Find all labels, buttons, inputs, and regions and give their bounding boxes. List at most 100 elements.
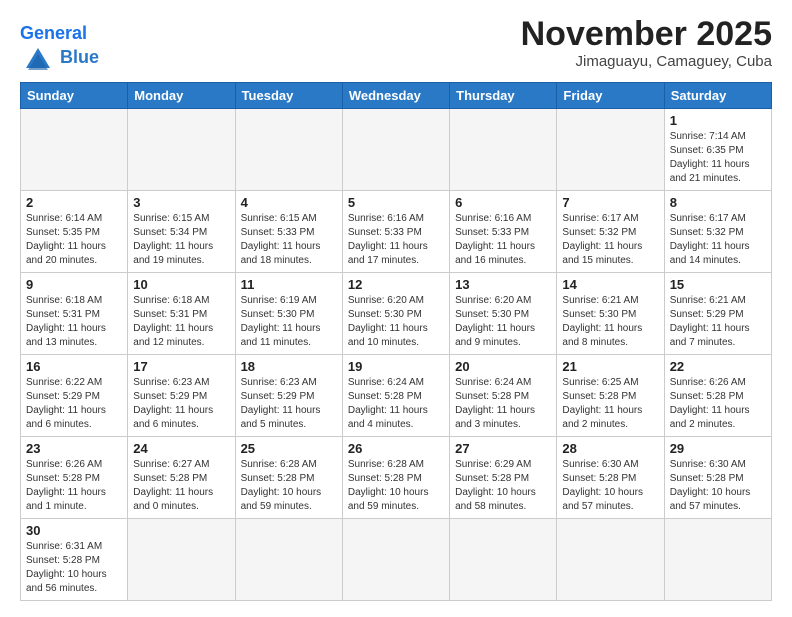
day-number: 11	[241, 277, 337, 292]
day-info: Sunrise: 6:31 AMSunset: 5:28 PMDaylight:…	[26, 540, 122, 596]
calendar-cell	[235, 518, 342, 600]
day-number: 1	[670, 113, 766, 128]
day-info: Sunrise: 6:26 AMSunset: 5:28 PMDaylight:…	[26, 458, 122, 514]
logo-general: General	[20, 23, 87, 43]
day-number: 29	[670, 441, 766, 456]
header: General Blue November 2025 Jimaguayu, Ca…	[20, 16, 772, 72]
day-info: Sunrise: 6:15 AMSunset: 5:34 PMDaylight:…	[133, 212, 229, 268]
day-number: 18	[241, 359, 337, 374]
day-info: Sunrise: 6:16 AMSunset: 5:33 PMDaylight:…	[455, 212, 551, 268]
day-info: Sunrise: 6:21 AMSunset: 5:29 PMDaylight:…	[670, 294, 766, 350]
day-number: 14	[562, 277, 658, 292]
day-info: Sunrise: 6:22 AMSunset: 5:29 PMDaylight:…	[26, 376, 122, 432]
calendar-cell: 18 Sunrise: 6:23 AMSunset: 5:29 PMDayligh…	[235, 354, 342, 436]
calendar-week-3: 9 Sunrise: 6:18 AMSunset: 5:31 PMDaylight…	[21, 272, 772, 354]
day-info: Sunrise: 6:14 AMSunset: 5:35 PMDaylight:…	[26, 212, 122, 268]
day-info: Sunrise: 6:28 AMSunset: 5:28 PMDaylight:…	[348, 458, 444, 514]
location: Jimaguayu, Camaguey, Cuba	[521, 53, 772, 70]
calendar-cell: 16 Sunrise: 6:22 AMSunset: 5:29 PMDayligh…	[21, 354, 128, 436]
calendar-cell: 20 Sunrise: 6:24 AMSunset: 5:28 PMDayligh…	[450, 354, 557, 436]
calendar-cell	[450, 518, 557, 600]
day-info: Sunrise: 6:29 AMSunset: 5:28 PMDaylight:…	[455, 458, 551, 514]
day-number: 26	[348, 441, 444, 456]
calendar-header-tuesday: Tuesday	[235, 82, 342, 108]
calendar-cell: 21Sunrise: 6:25 AMSunset: 5:28 PMDayligh…	[557, 354, 664, 436]
calendar-header-monday: Monday	[128, 82, 235, 108]
day-info: Sunrise: 6:30 AMSunset: 5:28 PMDaylight:…	[670, 458, 766, 514]
calendar-cell: 1Sunrise: 7:14 AMSunset: 6:35 PMDaylight…	[664, 108, 771, 190]
page: General Blue November 2025 Jimaguayu, Ca…	[0, 0, 792, 617]
calendar-cell: 9 Sunrise: 6:18 AMSunset: 5:31 PMDaylight…	[21, 272, 128, 354]
day-info: Sunrise: 6:20 AMSunset: 5:30 PMDaylight:…	[348, 294, 444, 350]
calendar-table: SundayMondayTuesdayWednesdayThursdayFrid…	[20, 82, 772, 601]
calendar-header-friday: Friday	[557, 82, 664, 108]
calendar-cell: 27 Sunrise: 6:29 AMSunset: 5:28 PMDayligh…	[450, 436, 557, 518]
calendar-cell: 11 Sunrise: 6:19 AMSunset: 5:30 PMDayligh…	[235, 272, 342, 354]
day-number: 6	[455, 195, 551, 210]
day-number: 15	[670, 277, 766, 292]
day-info: Sunrise: 6:18 AMSunset: 5:31 PMDaylight:…	[133, 294, 229, 350]
calendar-header-row: SundayMondayTuesdayWednesdayThursdayFrid…	[21, 82, 772, 108]
day-info: Sunrise: 6:18 AMSunset: 5:31 PMDaylight:…	[26, 294, 122, 350]
day-number: 8	[670, 195, 766, 210]
calendar-cell	[21, 108, 128, 190]
day-info: Sunrise: 6:27 AMSunset: 5:28 PMDaylight:…	[133, 458, 229, 514]
calendar-header-saturday: Saturday	[664, 82, 771, 108]
day-number: 9	[26, 277, 122, 292]
calendar-cell: 22Sunrise: 6:26 AMSunset: 5:28 PMDayligh…	[664, 354, 771, 436]
day-number: 30	[26, 523, 122, 538]
day-info: Sunrise: 6:21 AMSunset: 5:30 PMDaylight:…	[562, 294, 658, 350]
logo-text: General	[20, 24, 99, 44]
day-number: 13	[455, 277, 551, 292]
calendar-week-6: 30 Sunrise: 6:31 AMSunset: 5:28 PMDayligh…	[21, 518, 772, 600]
day-info: Sunrise: 6:25 AMSunset: 5:28 PMDaylight:…	[562, 376, 658, 432]
day-info: Sunrise: 6:23 AMSunset: 5:29 PMDaylight:…	[241, 376, 337, 432]
day-info: Sunrise: 6:24 AMSunset: 5:28 PMDaylight:…	[455, 376, 551, 432]
day-number: 27	[455, 441, 551, 456]
day-number: 2	[26, 195, 122, 210]
day-info: Sunrise: 6:26 AMSunset: 5:28 PMDaylight:…	[670, 376, 766, 432]
day-info: Sunrise: 6:16 AMSunset: 5:33 PMDaylight:…	[348, 212, 444, 268]
logo-icon	[20, 44, 56, 72]
calendar-cell	[342, 518, 449, 600]
day-info: Sunrise: 6:15 AMSunset: 5:33 PMDaylight:…	[241, 212, 337, 268]
calendar-cell: 6 Sunrise: 6:16 AMSunset: 5:33 PMDaylight…	[450, 190, 557, 272]
calendar-cell: 24 Sunrise: 6:27 AMSunset: 5:28 PMDayligh…	[128, 436, 235, 518]
calendar-cell	[557, 108, 664, 190]
day-number: 5	[348, 195, 444, 210]
day-number: 25	[241, 441, 337, 456]
calendar-header-sunday: Sunday	[21, 82, 128, 108]
calendar-cell: 3Sunrise: 6:15 AMSunset: 5:34 PMDaylight…	[128, 190, 235, 272]
logo-blue: Blue	[20, 44, 99, 72]
day-info: Sunrise: 6:24 AMSunset: 5:28 PMDaylight:…	[348, 376, 444, 432]
day-number: 16	[26, 359, 122, 374]
calendar-cell: 30 Sunrise: 6:31 AMSunset: 5:28 PMDayligh…	[21, 518, 128, 600]
calendar-header-wednesday: Wednesday	[342, 82, 449, 108]
day-number: 23	[26, 441, 122, 456]
month-title: November 2025	[521, 16, 772, 53]
day-info: Sunrise: 6:17 AMSunset: 5:32 PMDaylight:…	[670, 212, 766, 268]
day-number: 20	[455, 359, 551, 374]
day-info: Sunrise: 6:17 AMSunset: 5:32 PMDaylight:…	[562, 212, 658, 268]
day-number: 17	[133, 359, 229, 374]
calendar-cell: 2 Sunrise: 6:14 AMSunset: 5:35 PMDaylight…	[21, 190, 128, 272]
calendar-cell: 25 Sunrise: 6:28 AMSunset: 5:28 PMDayligh…	[235, 436, 342, 518]
calendar-cell: 14 Sunrise: 6:21 AMSunset: 5:30 PMDayligh…	[557, 272, 664, 354]
calendar-cell: 10Sunrise: 6:18 AMSunset: 5:31 PMDayligh…	[128, 272, 235, 354]
calendar-cell: 13Sunrise: 6:20 AMSunset: 5:30 PMDayligh…	[450, 272, 557, 354]
day-info: Sunrise: 6:23 AMSunset: 5:29 PMDaylight:…	[133, 376, 229, 432]
day-number: 24	[133, 441, 229, 456]
day-info: Sunrise: 6:28 AMSunset: 5:28 PMDaylight:…	[241, 458, 337, 514]
calendar-cell: 8 Sunrise: 6:17 AMSunset: 5:32 PMDaylight…	[664, 190, 771, 272]
calendar-cell	[450, 108, 557, 190]
calendar-cell: 7 Sunrise: 6:17 AMSunset: 5:32 PMDaylight…	[557, 190, 664, 272]
day-number: 7	[562, 195, 658, 210]
calendar-cell: 17 Sunrise: 6:23 AMSunset: 5:29 PMDayligh…	[128, 354, 235, 436]
title-block: November 2025 Jimaguayu, Camaguey, Cuba	[521, 16, 772, 70]
day-info: Sunrise: 6:19 AMSunset: 5:30 PMDaylight:…	[241, 294, 337, 350]
calendar-cell	[128, 518, 235, 600]
calendar-cell: 4Sunrise: 6:15 AMSunset: 5:33 PMDaylight…	[235, 190, 342, 272]
calendar-cell: 26 Sunrise: 6:28 AMSunset: 5:28 PMDayligh…	[342, 436, 449, 518]
calendar-cell	[664, 518, 771, 600]
day-info: Sunrise: 6:30 AMSunset: 5:28 PMDaylight:…	[562, 458, 658, 514]
